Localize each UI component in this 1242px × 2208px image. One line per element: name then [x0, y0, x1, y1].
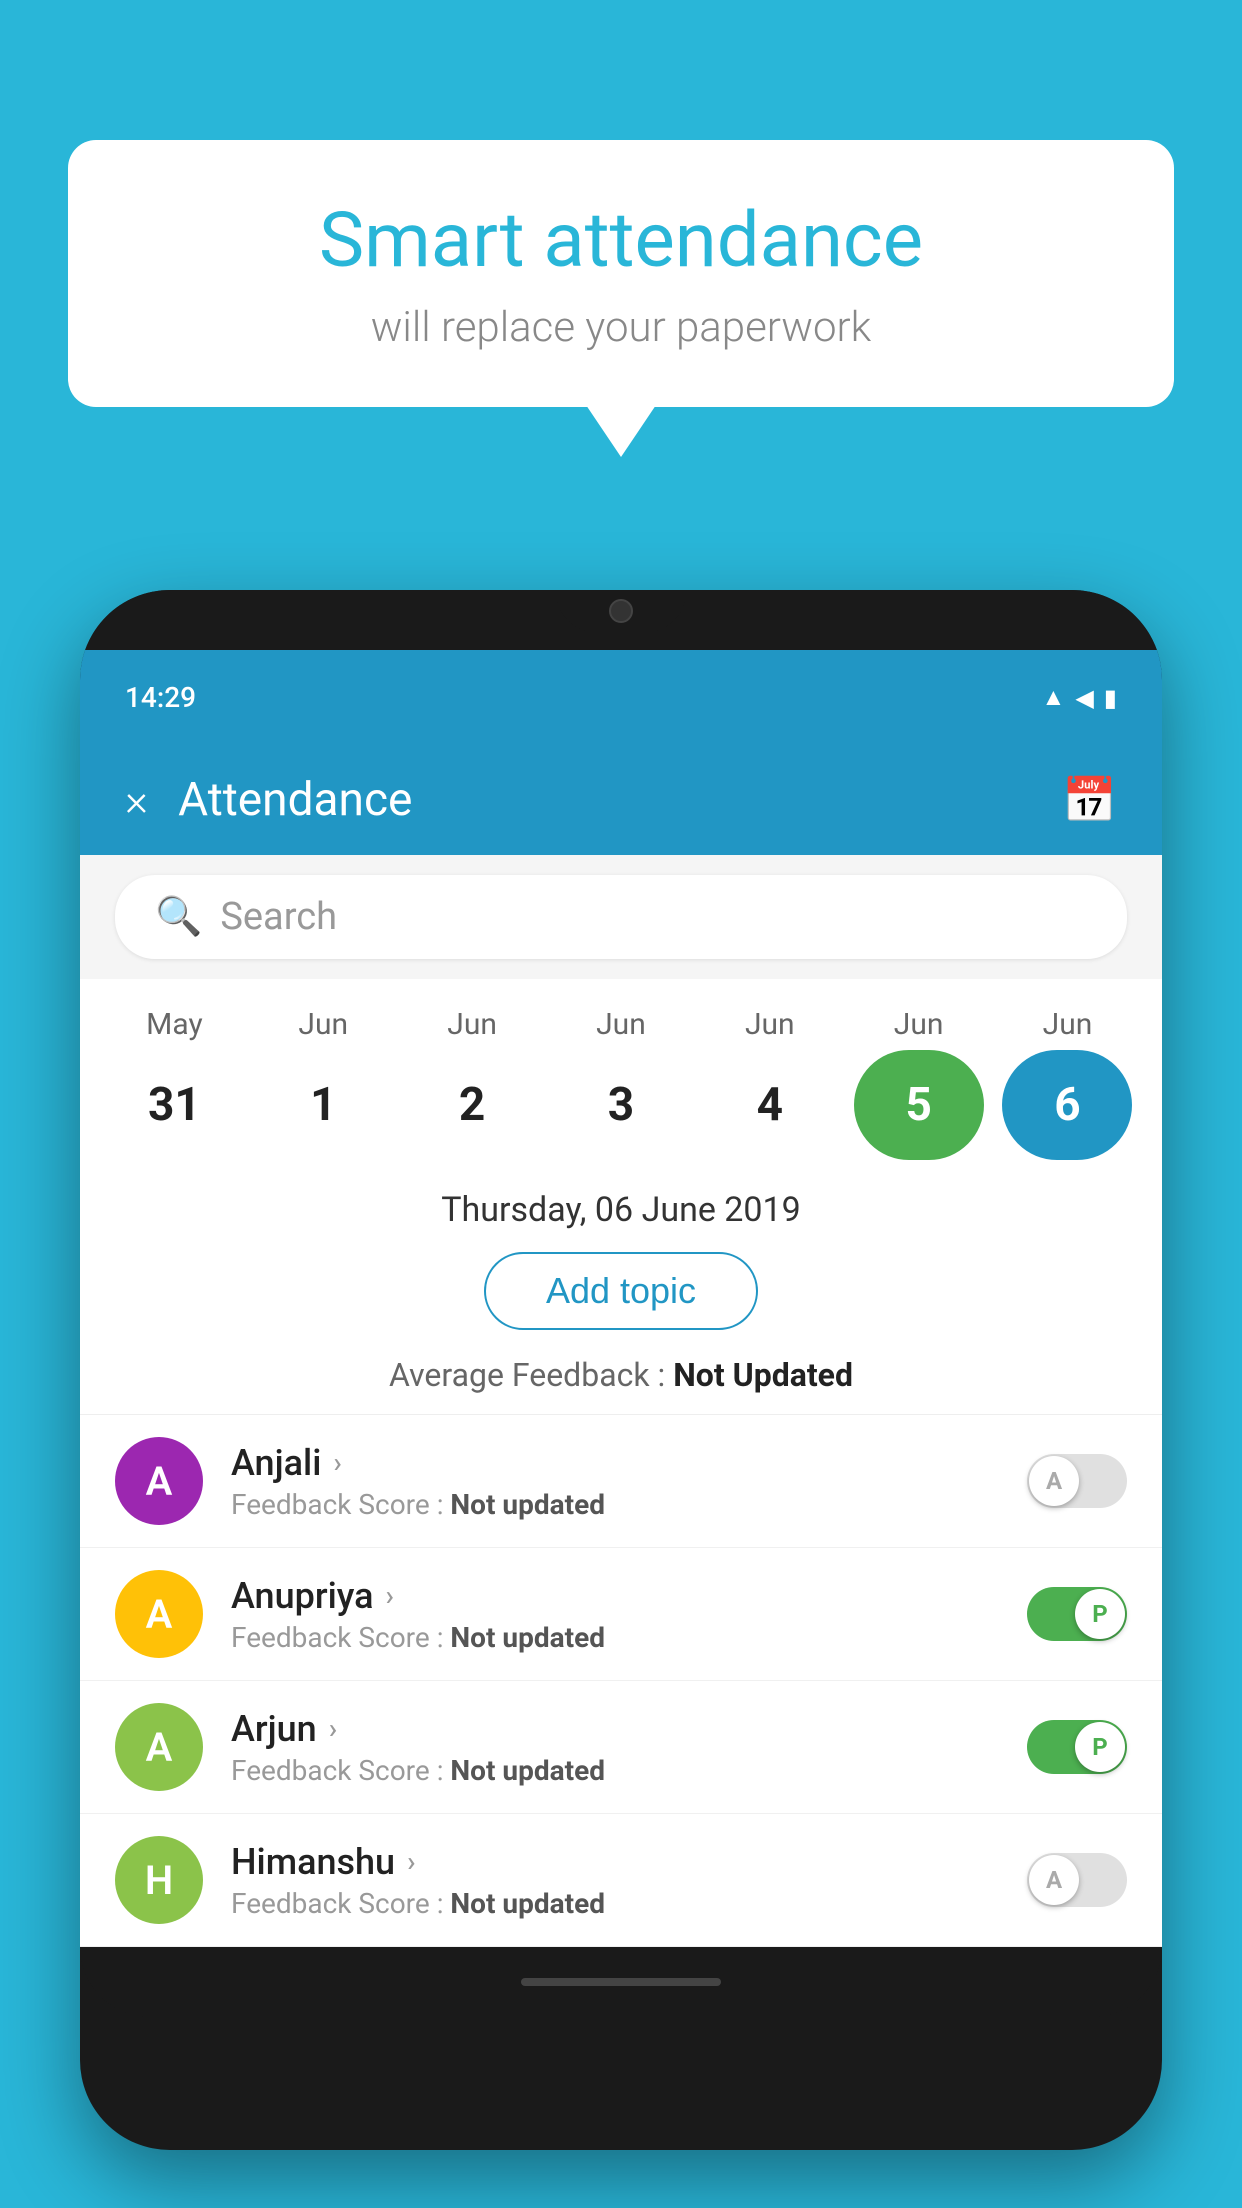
- average-feedback-value: Not Updated: [673, 1356, 853, 1394]
- student-feedback-2: Feedback Score : Not updated: [231, 1754, 1027, 1787]
- calendar-month-2: Jun: [407, 1007, 537, 1042]
- chevron-icon-0: ›: [333, 1446, 341, 1479]
- calendar-month-1: Jun: [258, 1007, 388, 1042]
- student-info-0: Anjali › Feedback Score : Not updated: [203, 1442, 1027, 1521]
- attendance-toggle-0[interactable]: A: [1027, 1454, 1127, 1508]
- toggle-knob-3: A: [1029, 1855, 1079, 1905]
- student-feedback-0: Feedback Score : Not updated: [231, 1488, 1027, 1521]
- student-item-1: A Anupriya › Feedback Score : Not update…: [80, 1548, 1162, 1681]
- date-months-row: May Jun Jun Jun Jun Jun Jun: [100, 1007, 1142, 1042]
- calendar-row: May Jun Jun Jun Jun Jun Jun 31123456: [80, 979, 1162, 1170]
- app-bar: × Attendance 📅: [80, 745, 1162, 855]
- student-info-2: Arjun › Feedback Score : Not updated: [203, 1708, 1027, 1787]
- status-bar: 14:29 ▲ ◀ ▮: [80, 650, 1162, 745]
- chevron-icon-3: ›: [407, 1845, 415, 1878]
- status-icons: ▲ ◀ ▮: [1042, 683, 1117, 712]
- student-avatar-3: H: [115, 1836, 203, 1924]
- calendar-month-4: Jun: [705, 1007, 835, 1042]
- student-feedback-1: Feedback Score : Not updated: [231, 1621, 1027, 1654]
- date-numbers-row: 31123456: [100, 1050, 1142, 1160]
- phone-bottom-border: [80, 1947, 1162, 2017]
- calendar-month-0: May: [109, 1007, 239, 1042]
- phone-frame: 14:29 ▲ ◀ ▮ × Attendance 📅 🔍 Search: [80, 590, 1162, 2150]
- calendar-date-5[interactable]: 5: [854, 1050, 984, 1160]
- chevron-icon-1: ›: [386, 1579, 394, 1612]
- average-feedback: Average Feedback : Not Updated: [80, 1348, 1162, 1414]
- selected-date-text: Thursday, 06 June 2019: [80, 1170, 1162, 1242]
- attendance-toggle-3[interactable]: A: [1027, 1853, 1127, 1907]
- search-bar[interactable]: 🔍 Search: [115, 875, 1127, 959]
- add-topic-button[interactable]: Add topic: [484, 1252, 758, 1330]
- search-input-placeholder[interactable]: Search: [220, 895, 337, 939]
- calendar-date-0[interactable]: 31: [109, 1050, 239, 1160]
- search-bar-container: 🔍 Search: [80, 855, 1162, 979]
- student-item-0: A Anjali › Feedback Score : Not updated …: [80, 1415, 1162, 1548]
- wifi-icon: ▲: [1042, 683, 1066, 712]
- search-icon: 🔍: [155, 895, 202, 939]
- calendar-date-6[interactable]: 6: [1002, 1050, 1132, 1160]
- student-name-0[interactable]: Anjali ›: [231, 1442, 1027, 1484]
- home-indicator: [521, 1978, 721, 1986]
- student-item-2: A Arjun › Feedback Score : Not updated P: [80, 1681, 1162, 1814]
- phone-top-border: [80, 590, 1162, 650]
- toggle-knob-0: A: [1029, 1456, 1079, 1506]
- close-button[interactable]: ×: [125, 774, 148, 826]
- attendance-toggle-1[interactable]: P: [1027, 1587, 1127, 1641]
- calendar-date-3[interactable]: 3: [556, 1050, 686, 1160]
- student-info-1: Anupriya › Feedback Score : Not updated: [203, 1575, 1027, 1654]
- phone-screen: 🔍 Search MayJunJunJunJunJunJun 31123456 …: [80, 855, 1162, 1947]
- calendar-date-4[interactable]: 4: [705, 1050, 835, 1160]
- app-bar-title: Attendance: [178, 773, 1062, 827]
- calendar-date-2[interactable]: 2: [407, 1050, 537, 1160]
- student-name-3[interactable]: Himanshu ›: [231, 1841, 1027, 1883]
- student-item-3: H Himanshu › Feedback Score : Not update…: [80, 1814, 1162, 1947]
- calendar-date-1[interactable]: 1: [258, 1050, 388, 1160]
- calendar-month-3: Jun: [556, 1007, 686, 1042]
- student-feedback-3: Feedback Score : Not updated: [231, 1887, 1027, 1920]
- calendar-month-6: Jun: [1002, 1007, 1132, 1042]
- calendar-month-5: Jun: [854, 1007, 984, 1042]
- add-topic-container: Add topic: [80, 1242, 1162, 1348]
- speech-bubble-container: Smart attendance will replace your paper…: [68, 140, 1174, 407]
- battery-icon: ▮: [1104, 684, 1117, 712]
- phone-container: 14:29 ▲ ◀ ▮ × Attendance 📅 🔍 Search: [80, 590, 1162, 2208]
- toggle-knob-2: P: [1075, 1722, 1125, 1772]
- student-avatar-0: A: [115, 1437, 203, 1525]
- average-feedback-label: Average Feedback :: [389, 1356, 673, 1394]
- toggle-knob-1: P: [1075, 1589, 1125, 1639]
- attendance-toggle-2[interactable]: P: [1027, 1720, 1127, 1774]
- speech-bubble-title: Smart attendance: [128, 195, 1114, 285]
- student-list: A Anjali › Feedback Score : Not updated …: [80, 1415, 1162, 1947]
- student-name-1[interactable]: Anupriya ›: [231, 1575, 1027, 1617]
- student-avatar-2: A: [115, 1703, 203, 1791]
- student-avatar-1: A: [115, 1570, 203, 1658]
- chevron-icon-2: ›: [329, 1712, 337, 1745]
- student-info-3: Himanshu › Feedback Score : Not updated: [203, 1841, 1027, 1920]
- status-time: 14:29: [125, 681, 196, 714]
- phone-notch: [556, 590, 686, 632]
- camera-dot: [609, 599, 633, 623]
- speech-bubble-subtitle: will replace your paperwork: [128, 303, 1114, 352]
- student-name-2[interactable]: Arjun ›: [231, 1708, 1027, 1750]
- speech-bubble: Smart attendance will replace your paper…: [68, 140, 1174, 407]
- signal-icon: ◀: [1075, 684, 1093, 712]
- calendar-icon[interactable]: 📅: [1062, 774, 1117, 826]
